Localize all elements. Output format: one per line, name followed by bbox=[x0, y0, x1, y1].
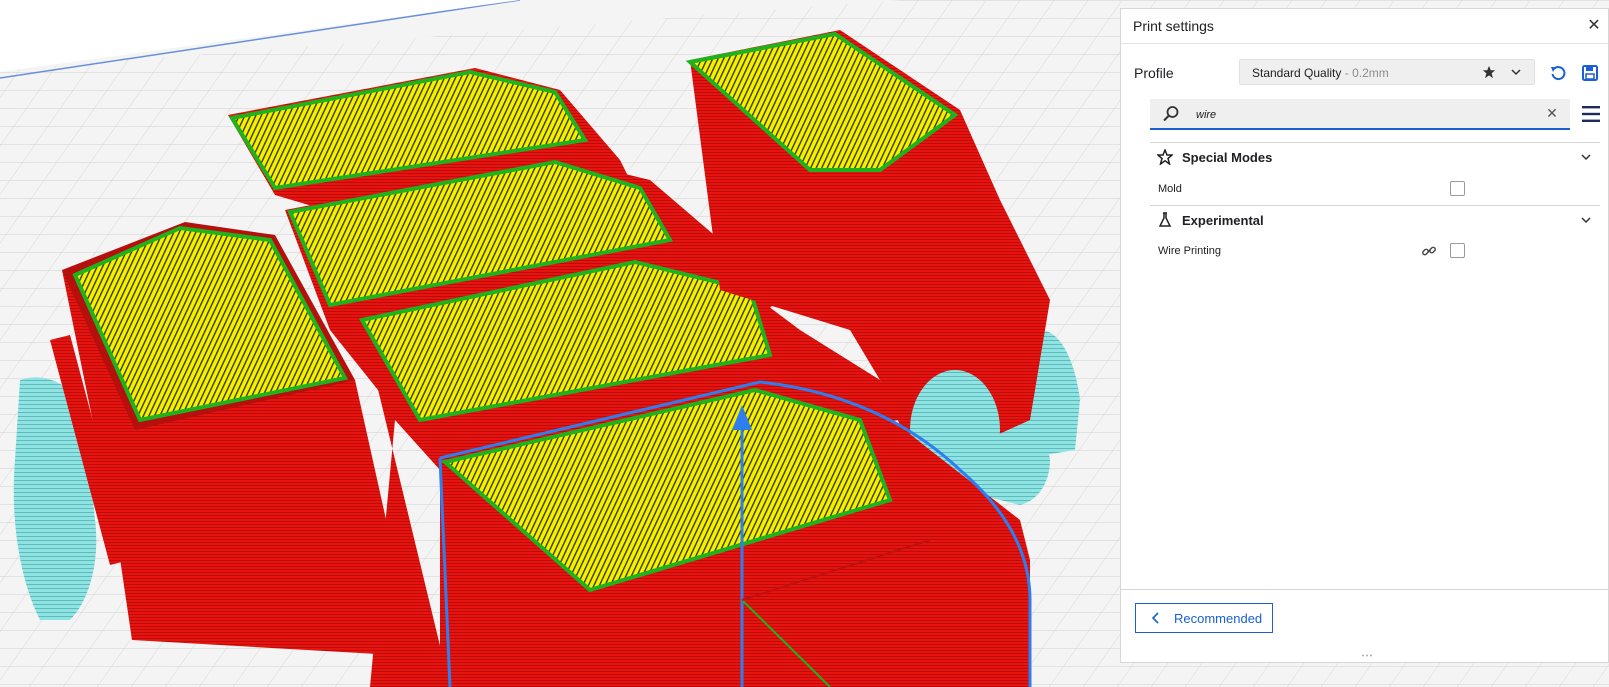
recommended-button[interactable]: Recommended bbox=[1135, 603, 1273, 633]
chevron-down-icon bbox=[1581, 154, 1591, 161]
mold-checkbox[interactable] bbox=[1450, 181, 1465, 196]
panel-title: Print settings bbox=[1133, 18, 1214, 34]
profile-layer-height: - 0.2mm bbox=[1344, 66, 1389, 80]
save-icon[interactable] bbox=[1581, 64, 1599, 82]
search-icon bbox=[1163, 106, 1179, 122]
recommended-label: Recommended bbox=[1174, 611, 1263, 626]
reset-icon[interactable] bbox=[1549, 64, 1567, 82]
wire-printing-checkbox[interactable] bbox=[1450, 243, 1465, 258]
profile-name: Standard Quality bbox=[1252, 66, 1342, 80]
section-title: Experimental bbox=[1182, 213, 1264, 228]
setting-label: Wire Printing bbox=[1158, 245, 1221, 257]
chevron-down-icon bbox=[1581, 217, 1591, 224]
flask-icon bbox=[1158, 212, 1172, 227]
setting-wire-printing: Wire Printing bbox=[1158, 241, 1598, 263]
star-icon[interactable] bbox=[1482, 65, 1496, 79]
profile-label: Profile bbox=[1134, 65, 1174, 81]
panel-header: Print settings ✕ bbox=[1121, 9, 1608, 44]
footer-divider bbox=[1121, 589, 1608, 590]
print-settings-panel: Print settings ✕ Profile Standard Qualit… bbox=[1120, 8, 1609, 663]
profile-name-text: Standard Quality - 0.2mm bbox=[1252, 66, 1389, 80]
profile-dropdown[interactable]: Standard Quality - 0.2mm bbox=[1239, 59, 1535, 85]
search-input[interactable] bbox=[1194, 105, 1518, 125]
chevron-down-icon bbox=[1511, 69, 1521, 76]
clear-search-icon[interactable]: ✕ bbox=[1544, 105, 1560, 121]
section-experimental[interactable]: Experimental bbox=[1150, 205, 1600, 233]
section-special-modes[interactable]: Special Modes bbox=[1150, 142, 1600, 170]
star-outline-icon bbox=[1157, 149, 1173, 165]
resize-handle-icon[interactable] bbox=[1361, 654, 1373, 657]
link-icon[interactable] bbox=[1421, 243, 1437, 259]
search-field[interactable]: ✕ bbox=[1150, 99, 1570, 130]
setting-label: Mold bbox=[1158, 183, 1182, 195]
section-title: Special Modes bbox=[1182, 150, 1273, 165]
setting-mold: Mold bbox=[1158, 179, 1598, 201]
close-icon[interactable]: ✕ bbox=[1584, 16, 1604, 36]
settings-menu-icon[interactable] bbox=[1581, 104, 1601, 124]
chevron-left-icon bbox=[1151, 612, 1159, 624]
